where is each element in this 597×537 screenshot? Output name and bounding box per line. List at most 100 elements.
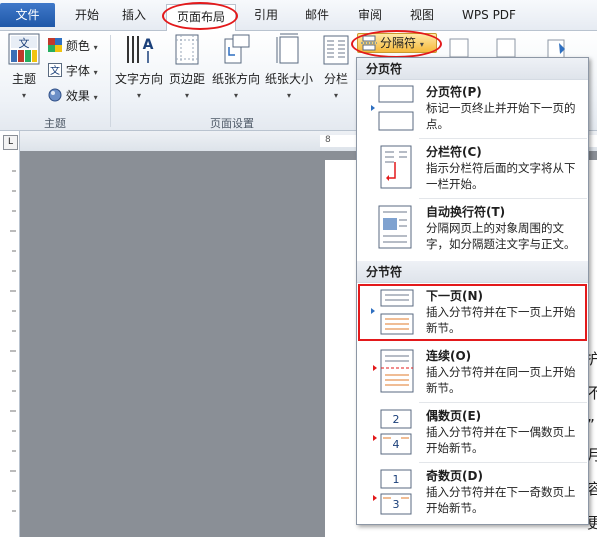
menu-item-description: 插入分节符并在同一页上开始新节。 — [426, 365, 576, 395]
theme-fonts-button[interactable]: 文 字体 ▾ — [48, 62, 98, 79]
tab-mailings[interactable]: 邮件 — [300, 5, 334, 26]
tab-references[interactable]: 引用 — [249, 5, 283, 26]
menu-item-description: 插入分节符并在下一页上开始新节。 — [426, 305, 576, 335]
chevron-down-icon: ▾ — [93, 43, 98, 52]
svg-text:A: A — [143, 37, 154, 53]
theme-effects-button[interactable]: 效果 ▾ — [48, 87, 98, 104]
menu-separator — [419, 402, 587, 403]
menu-item-description: 插入分节符并在下一奇数页上开始新节。 — [426, 485, 576, 515]
menu-item-description: 插入分节符并在下一偶数页上开始新节。 — [426, 425, 576, 455]
even-page-section-break-icon: 2 4 — [373, 409, 412, 455]
breaks-label: 分隔符 — [380, 36, 417, 50]
vertical-ruler — [0, 131, 20, 537]
ruler-marker: 8 — [325, 135, 331, 145]
breaks-button[interactable]: 分隔符 ▾ — [357, 33, 437, 53]
continuous-section-break-icon — [373, 349, 414, 393]
page-setup-group-label: 页面设置 — [210, 117, 254, 130]
menu-item-title: 分栏符(C) — [426, 145, 482, 159]
tab-file[interactable]: 文件 — [0, 3, 55, 27]
margins-button[interactable]: 页边距 ▾ — [166, 33, 208, 101]
menu-item-description: 指示分栏符后面的文字将从下一栏开始。 — [426, 161, 576, 191]
icon-page-number: 2 — [393, 413, 400, 426]
menu-item-continuous[interactable]: 连续(O) 插入分节符并在同一页上开始新节。 — [357, 344, 588, 402]
page-break-icon — [371, 85, 414, 131]
orientation-icon — [224, 34, 250, 64]
paper-size-icon — [276, 33, 299, 64]
group-separator — [110, 35, 111, 127]
paper-size-label: 纸张大小 — [264, 72, 313, 86]
orientation-label: 纸张方向 — [211, 72, 260, 86]
page-break-icon — [361, 35, 377, 51]
menu-separator — [419, 198, 587, 199]
svg-text:文: 文 — [19, 36, 30, 50]
chevron-down-icon: ▾ — [419, 40, 424, 49]
paper-size-button[interactable]: 纸张大小 ▾ — [264, 33, 314, 101]
themes-button[interactable]: 文 主题 ▾ — [6, 33, 42, 101]
odd-page-section-break-icon: 1 3 — [373, 469, 412, 515]
column-break-icon — [380, 145, 412, 189]
text-direction-button[interactable]: A 文字方向 ▾ — [114, 33, 164, 101]
theme-fonts-label: 字体 — [65, 64, 90, 78]
icon-page-number: 3 — [393, 498, 400, 511]
menu-separator — [419, 138, 587, 139]
text-wrapping-break-icon — [378, 205, 412, 249]
effects-icon — [48, 88, 62, 102]
tab-wps-pdf[interactable]: WPS PDF — [455, 5, 523, 26]
chevron-down-icon: ▾ — [286, 91, 291, 100]
menu-item-title: 下一页(N) — [426, 289, 484, 303]
theme-group-label: 主题 — [44, 117, 66, 130]
menu-item-page-break[interactable]: 分页符(P) 标记一页终止并开始下一页的点。 — [357, 80, 588, 138]
menu-item-odd-page[interactable]: 1 3 奇数页(D) 插入分节符并在下一奇数页上开始新节。 — [357, 464, 588, 522]
tab-home[interactable]: 开始 — [70, 5, 104, 26]
tab-page-layout[interactable]: 页面布局 — [166, 4, 236, 31]
menu-item-text-wrapping-break[interactable]: 自动换行符(T) 分隔网页上的对象周围的文字，如分隔题注文字与正文。 — [357, 200, 588, 258]
text-direction-icon: A — [127, 36, 154, 63]
tab-review[interactable]: 审阅 — [353, 5, 387, 26]
icon-page-number: 4 — [393, 438, 400, 451]
columns-label: 分栏 — [323, 72, 348, 86]
chevron-down-icon: ▾ — [136, 91, 141, 100]
tab-stop-selector[interactable]: L — [3, 135, 18, 150]
chevron-down-icon: ▾ — [333, 91, 338, 100]
columns-icon — [323, 35, 349, 65]
theme-colors-label: 颜色 — [65, 39, 90, 53]
font-icon: 文 — [48, 63, 62, 77]
chevron-down-icon: ▾ — [233, 91, 238, 100]
menu-item-title: 偶数页(E) — [426, 409, 482, 423]
page-breaks-section-header: 分页符 — [357, 58, 588, 80]
chevron-down-icon: ▾ — [93, 68, 98, 77]
vertical-ruler-ticks — [10, 170, 16, 512]
theme-effects-label: 效果 — [65, 89, 90, 103]
menu-separator — [419, 462, 587, 463]
watermark-icon — [496, 38, 516, 58]
themes-label: 主题 — [11, 72, 36, 86]
chevron-down-icon: ▾ — [93, 93, 98, 102]
tab-insert[interactable]: 插入 — [117, 5, 151, 26]
menu-item-even-page[interactable]: 2 4 偶数页(E) 插入分节符并在下一偶数页上开始新节。 — [357, 404, 588, 462]
tab-view[interactable]: 视图 — [405, 5, 439, 26]
breaks-dropdown-menu: 分页符 分页符(P) 标记一页终止并开始下一页的点。 分栏符(C) 指示分栏符后… — [356, 57, 589, 525]
icon-page-number: 1 — [393, 473, 400, 486]
menu-item-title: 奇数页(D) — [426, 469, 483, 483]
menu-item-next-page[interactable]: 下一页(N) 插入分节符并在下一页上开始新节。 — [357, 284, 588, 342]
ribbon-tab-bar: 文件 开始 插入 页面布局 引用 邮件 审阅 视图 WPS PDF — [0, 0, 597, 31]
menu-item-description: 分隔网页上的对象周围的文字，如分隔题注文字与正文。 — [426, 221, 576, 251]
chevron-down-icon: ▾ — [184, 91, 189, 100]
svg-text:文: 文 — [50, 64, 60, 77]
menu-item-title: 连续(O) — [426, 349, 472, 363]
margins-icon — [175, 34, 199, 65]
columns-button[interactable]: 分栏 ▾ — [318, 33, 354, 101]
margins-label: 页边距 — [168, 72, 205, 86]
menu-item-title: 自动换行符(T) — [426, 205, 506, 219]
next-page-section-break-icon — [371, 289, 414, 335]
text-direction-label: 文字方向 — [114, 72, 163, 86]
orientation-button[interactable]: 纸张方向 ▾ — [210, 33, 262, 101]
menu-item-column-break[interactable]: 分栏符(C) 指示分栏符后面的文字将从下一栏开始。 — [357, 140, 588, 198]
menu-item-title: 分页符(P) — [426, 85, 482, 99]
theme-colors-button[interactable]: 颜色 ▾ — [48, 37, 98, 54]
themes-icon: 文 — [8, 33, 40, 65]
line-numbers-icon — [449, 38, 469, 58]
menu-item-description: 标记一页终止并开始下一页的点。 — [426, 101, 576, 131]
section-breaks-section-header: 分节符 — [357, 261, 588, 283]
palette-icon — [48, 38, 62, 52]
